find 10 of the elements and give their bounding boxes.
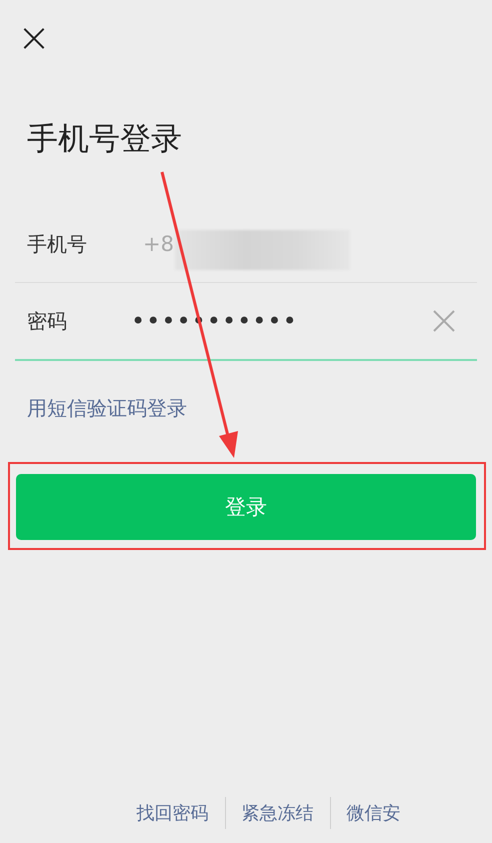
close-button[interactable]: × xyxy=(16,20,52,56)
field-label: 密码 xyxy=(26,308,68,334)
sms-login-link[interactable]: 用短信验证码登录 xyxy=(27,395,187,422)
page-title: 手机号登录 xyxy=(27,120,182,159)
footer-link[interactable]: 微信安 xyxy=(330,801,416,825)
clear-icon[interactable] xyxy=(431,308,457,334)
field-label: 手机号 xyxy=(26,230,88,258)
footer-link[interactable]: 找回密码 xyxy=(120,801,224,825)
login-button[interactable]: 登录 xyxy=(16,474,476,540)
footer-link[interactable]: 紧急冻结 xyxy=(226,801,330,825)
